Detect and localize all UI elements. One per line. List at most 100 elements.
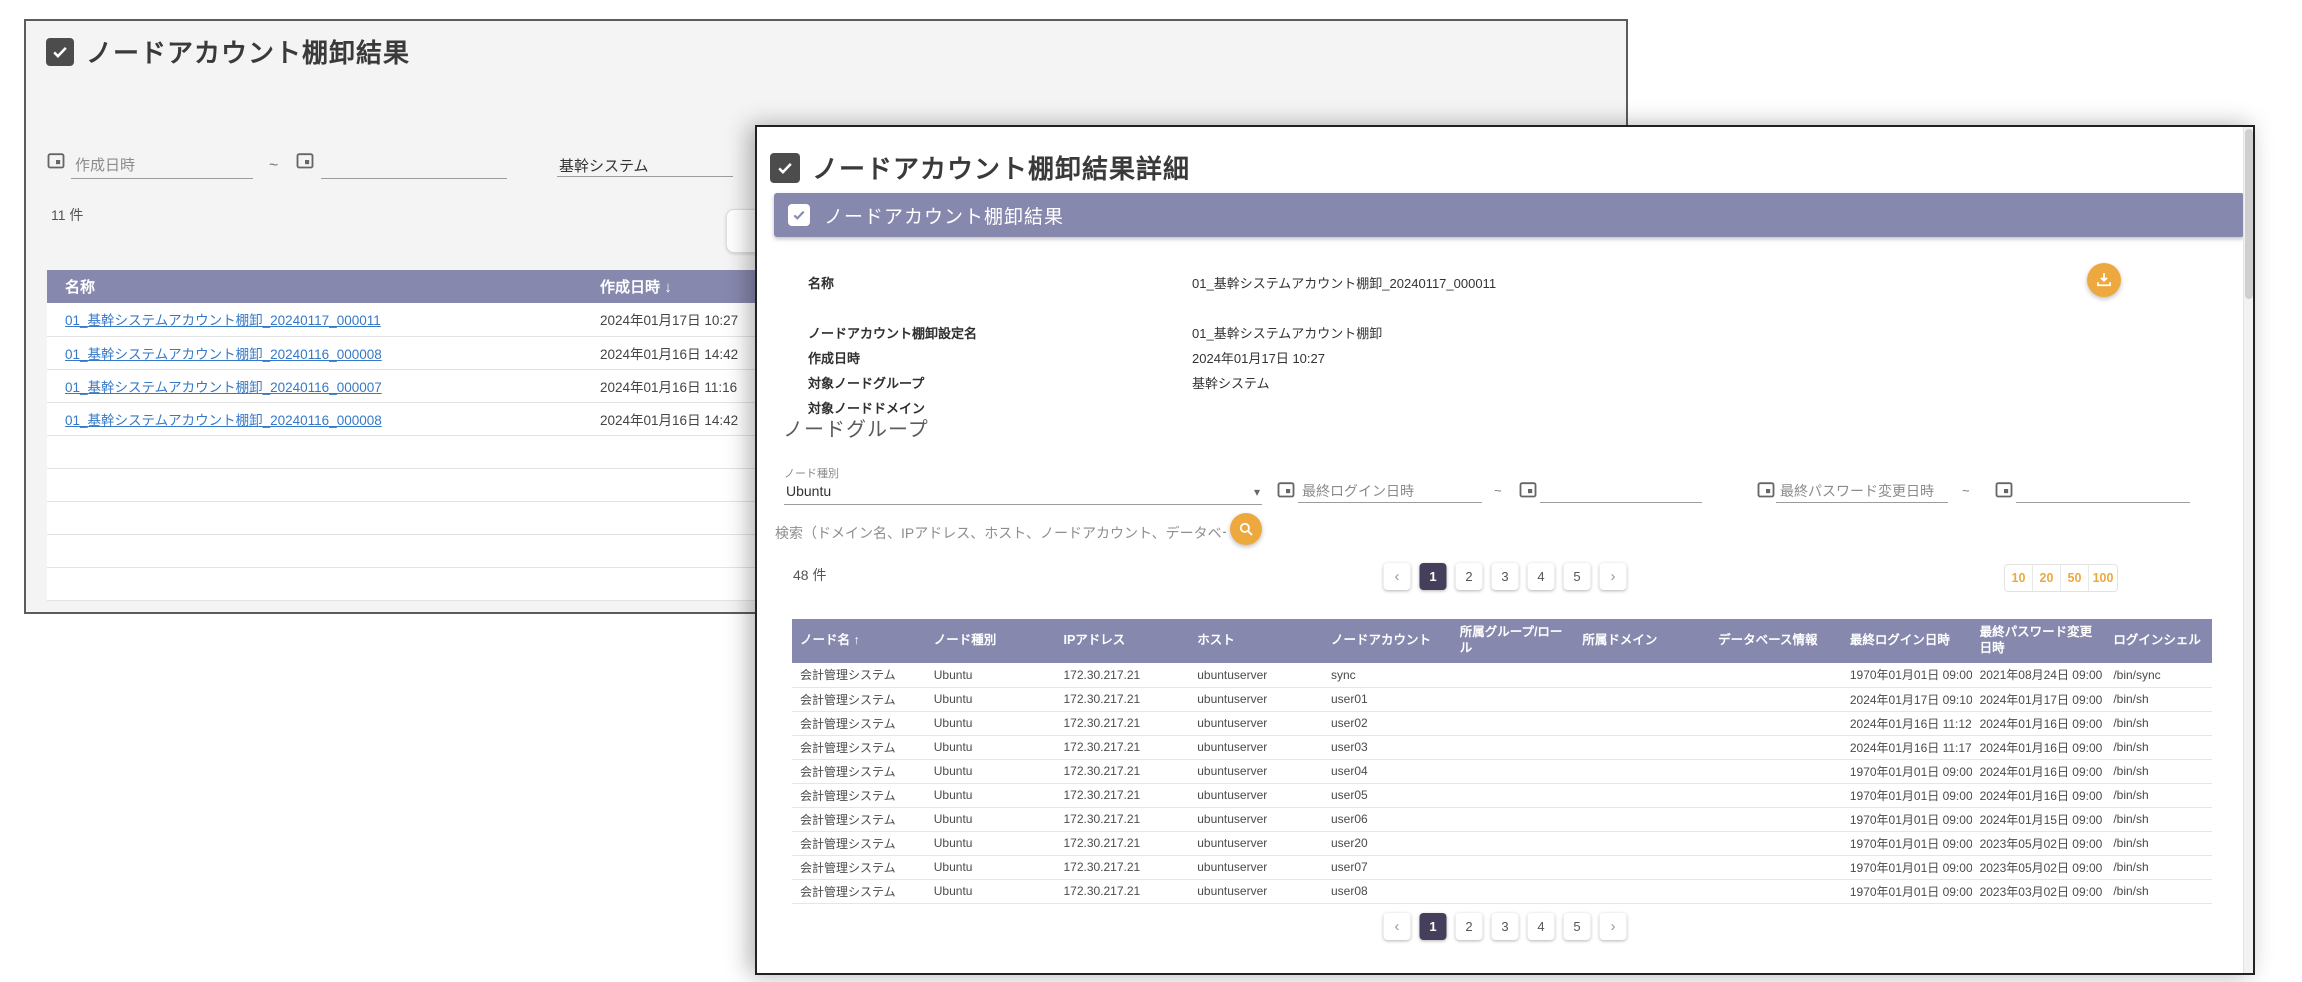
- node-cell: 172.30.217.21: [1055, 759, 1189, 783]
- node-cell: /bin/sh: [2105, 807, 2212, 831]
- column-header[interactable]: ノード名 ↑: [792, 619, 926, 663]
- column-label: データベース情報: [1718, 633, 1817, 647]
- system-select[interactable]: 基幹システム: [557, 151, 733, 177]
- next-page-button[interactable]: ›: [1600, 563, 1627, 590]
- node-cell: 1970年01月01日 09:00: [1842, 855, 1972, 879]
- page-button[interactable]: 4: [1528, 913, 1555, 940]
- node-cell: [1574, 759, 1710, 783]
- page-button[interactable]: 3: [1492, 563, 1519, 590]
- page-size-button[interactable]: 100: [2089, 565, 2117, 591]
- calendar-icon[interactable]: [295, 150, 315, 170]
- node-cell: 172.30.217.21: [1055, 879, 1189, 903]
- node-cell: 会計管理システム: [792, 663, 926, 687]
- node-row: 会計管理システムUbuntu172.30.217.21ubuntuserveru…: [792, 855, 2212, 879]
- column-header[interactable]: ノード種別: [926, 619, 1056, 663]
- node-cell: [1574, 879, 1710, 903]
- node-cell: [1710, 831, 1842, 855]
- page-button[interactable]: 2: [1456, 563, 1483, 590]
- column-label: 名称: [65, 279, 95, 296]
- next-page-button[interactable]: ›: [1600, 913, 1627, 940]
- column-header[interactable]: データベース情報: [1710, 619, 1842, 663]
- prev-page-button[interactable]: ‹: [1384, 563, 1411, 590]
- page-button[interactable]: 1: [1420, 913, 1447, 940]
- page-size-button[interactable]: 10: [2005, 565, 2033, 591]
- field-label-group: 対象ノードグループ: [808, 373, 924, 392]
- search-button[interactable]: [1230, 513, 1262, 545]
- node-cell: [1574, 711, 1710, 735]
- node-cell: 2024年01月16日 11:12: [1842, 711, 1972, 735]
- result-link[interactable]: 01_基幹システムアカウント棚卸_20240116_000007: [65, 380, 382, 395]
- result-name-cell: 01_基幹システムアカウント棚卸_20240116_000008: [47, 402, 582, 435]
- node-cell: 2023年05月02日 09:00: [1972, 855, 2106, 879]
- node-table-header-row: ノード名 ↑ノード種別IPアドレスホストノードアカウント所属グループ/ロール所属…: [792, 619, 2212, 663]
- created-to-input[interactable]: [321, 153, 507, 179]
- node-cell: 会計管理システム: [792, 807, 926, 831]
- password-change-to-input[interactable]: [2016, 479, 2190, 503]
- page-button[interactable]: 4: [1528, 563, 1555, 590]
- prev-page-button[interactable]: ‹: [1384, 913, 1411, 940]
- last-login-from-input[interactable]: [1298, 479, 1482, 503]
- password-change-from-input[interactable]: [1776, 479, 1948, 503]
- calendar-icon[interactable]: [1994, 479, 2014, 499]
- node-cell: ubuntuserver: [1189, 783, 1323, 807]
- page-size-button[interactable]: 50: [2061, 565, 2089, 591]
- result-link[interactable]: 01_基幹システムアカウント棚卸_20240116_000008: [65, 413, 382, 428]
- page-button[interactable]: 2: [1456, 913, 1483, 940]
- column-header[interactable]: 最終パスワード変更日時: [1972, 619, 2106, 663]
- column-header[interactable]: IPアドレス: [1055, 619, 1189, 663]
- page-button[interactable]: 5: [1564, 563, 1591, 590]
- column-header[interactable]: ログインシェル: [2105, 619, 2212, 663]
- result-link[interactable]: 01_基幹システムアカウント棚卸_20240116_000008: [65, 347, 382, 362]
- page-button[interactable]: 5: [1564, 913, 1591, 940]
- search-input[interactable]: [773, 521, 1228, 545]
- calendar-icon[interactable]: [1276, 479, 1296, 499]
- node-cell: /bin/sync: [2105, 663, 2212, 687]
- node-cell: 1970年01月01日 09:00: [1842, 663, 1972, 687]
- node-cell: 2024年01月17日 09:10: [1842, 687, 1972, 711]
- node-cell: ubuntuserver: [1189, 831, 1323, 855]
- created-from-input[interactable]: [71, 153, 253, 179]
- bottom-pagination: ‹ 12345 ›: [1384, 913, 1627, 940]
- node-cell: user04: [1323, 759, 1452, 783]
- page-button[interactable]: 1: [1420, 563, 1447, 590]
- node-cell: user07: [1323, 855, 1452, 879]
- node-cell: 172.30.217.21: [1055, 663, 1189, 687]
- last-login-to-input[interactable]: [1540, 479, 1702, 503]
- checkbox-icon: [788, 204, 810, 226]
- node-cell: user06: [1323, 807, 1452, 831]
- node-cell: Ubuntu: [926, 855, 1056, 879]
- column-header[interactable]: ホスト: [1189, 619, 1323, 663]
- calendar-icon[interactable]: [1756, 479, 1776, 499]
- node-cell: /bin/sh: [2105, 759, 2212, 783]
- node-cell: Ubuntu: [926, 807, 1056, 831]
- node-cell: [1452, 855, 1575, 879]
- result-link[interactable]: 01_基幹システムアカウント棚卸_20240117_000011: [65, 313, 381, 328]
- column-label: 作成日時: [600, 279, 660, 296]
- scrollbar[interactable]: [2243, 127, 2253, 973]
- column-header[interactable]: ノードアカウント: [1323, 619, 1452, 663]
- node-cell: 2024年01月16日 09:00: [1972, 783, 2106, 807]
- page-size-button[interactable]: 20: [2033, 565, 2061, 591]
- range-separator: ~: [1962, 483, 1970, 498]
- calendar-icon[interactable]: [1518, 479, 1538, 499]
- node-cell: ubuntuserver: [1189, 807, 1323, 831]
- node-cell: 2024年01月16日 09:00: [1972, 735, 2106, 759]
- download-button[interactable]: [2087, 263, 2121, 297]
- node-type-select[interactable]: Ubuntu ▾: [784, 479, 1262, 505]
- calendar-icon[interactable]: [46, 150, 66, 170]
- node-cell: 会計管理システム: [792, 783, 926, 807]
- column-header[interactable]: 所属グループ/ロール: [1452, 619, 1575, 663]
- scrollbar-thumb[interactable]: [2245, 129, 2253, 299]
- node-cell: ubuntuserver: [1189, 855, 1323, 879]
- page-button[interactable]: 3: [1492, 913, 1519, 940]
- field-label-created: 作成日時: [808, 348, 860, 367]
- column-header[interactable]: 所属ドメイン: [1574, 619, 1710, 663]
- node-cell: [1574, 735, 1710, 759]
- column-header[interactable]: 最終ログイン日時: [1842, 619, 1972, 663]
- field-label-setting: ノードアカウント棚卸設定名: [808, 323, 977, 342]
- node-cell: [1452, 711, 1575, 735]
- node-cell: 会計管理システム: [792, 879, 926, 903]
- node-cell: /bin/sh: [2105, 687, 2212, 711]
- node-cell: 2023年03月02日 09:00: [1972, 879, 2106, 903]
- column-header-name[interactable]: 名称: [47, 270, 582, 303]
